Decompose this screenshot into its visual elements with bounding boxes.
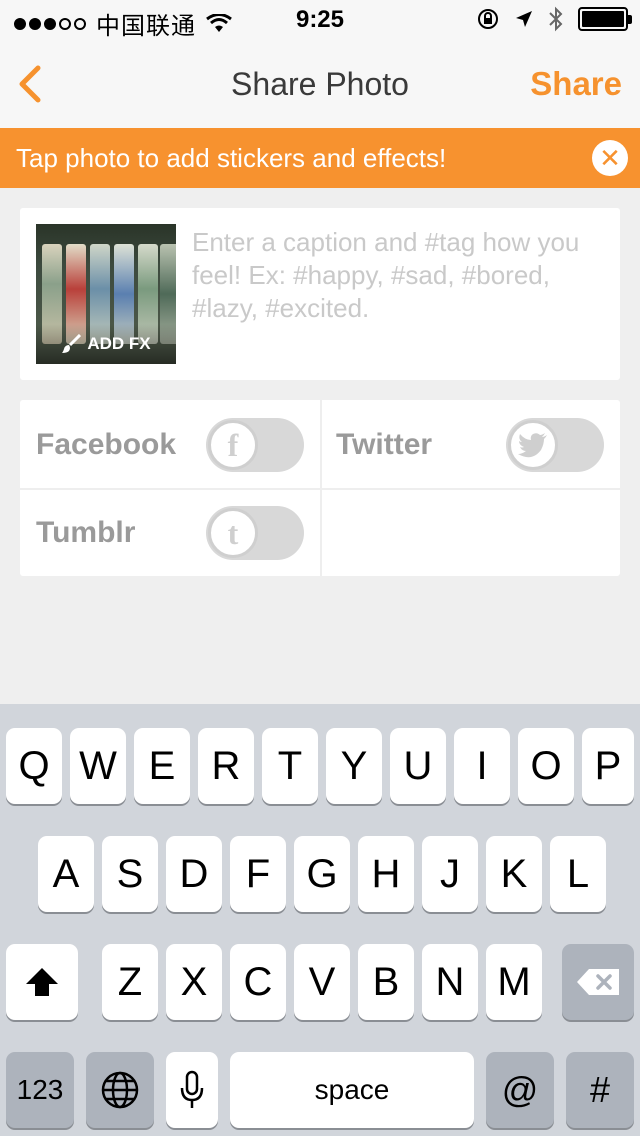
dictation-key[interactable] <box>166 1052 218 1128</box>
status-bar: 中国联通 9:25 <box>0 0 640 40</box>
tumblr-toggle[interactable]: t <box>206 506 304 560</box>
twitter-toggle[interactable] <box>506 418 604 472</box>
key-e[interactable]: E <box>134 728 190 804</box>
key-c[interactable]: C <box>230 944 286 1020</box>
microphone-icon <box>180 1070 204 1108</box>
key-l[interactable]: L <box>550 836 606 912</box>
close-banner-button[interactable]: ✕ <box>592 140 628 176</box>
caption-card: ADD FX Enter a caption and #tag how you … <box>20 208 620 380</box>
key-a[interactable]: A <box>38 836 94 912</box>
share-facebook-row: Facebook f <box>20 400 320 488</box>
share-tumblr-row: Tumblr t <box>20 488 320 576</box>
globe-key[interactable] <box>86 1052 154 1128</box>
key-g[interactable]: G <box>294 836 350 912</box>
tip-banner-text: Tap photo to add stickers and effects! <box>16 143 447 173</box>
key-h[interactable]: H <box>358 836 414 912</box>
bluetooth-icon <box>549 6 563 32</box>
backspace-icon <box>577 969 619 995</box>
keyboard: Q W E R T Y U I O P A S D F G H J K L Z … <box>0 704 640 1136</box>
key-q[interactable]: Q <box>6 728 62 804</box>
key-k[interactable]: K <box>486 836 542 912</box>
twitter-label: Twitter <box>336 428 433 461</box>
rotation-lock-icon <box>478 9 498 29</box>
facebook-label: Facebook <box>36 428 177 461</box>
close-icon: ✕ <box>599 143 621 173</box>
key-p[interactable]: P <box>582 728 634 804</box>
key-m[interactable]: M <box>486 944 542 1020</box>
key-n[interactable]: N <box>422 944 478 1020</box>
key-v[interactable]: V <box>294 944 350 1020</box>
key-s[interactable]: S <box>102 836 158 912</box>
delete-key[interactable] <box>562 944 634 1020</box>
key-j[interactable]: J <box>422 836 478 912</box>
key-u[interactable]: U <box>390 728 446 804</box>
facebook-icon: f <box>208 420 258 470</box>
caption-input[interactable]: Enter a caption and #tag how you feel! E… <box>192 226 602 325</box>
at-key[interactable]: @ <box>486 1052 554 1128</box>
status-right <box>476 6 632 32</box>
key-x[interactable]: X <box>166 944 222 1020</box>
key-z[interactable]: Z <box>102 944 158 1020</box>
numbers-key[interactable]: 123 <box>6 1052 74 1128</box>
facebook-toggle[interactable]: f <box>206 418 304 472</box>
key-t[interactable]: T <box>262 728 318 804</box>
key-r[interactable]: R <box>198 728 254 804</box>
battery-icon <box>578 7 632 31</box>
key-y[interactable]: Y <box>326 728 382 804</box>
add-fx-button[interactable]: ADD FX <box>36 324 176 364</box>
share-targets: Facebook f Twitter Tumblr t <box>20 400 620 576</box>
hash-key[interactable]: # <box>566 1052 634 1128</box>
shift-arrow-icon <box>26 968 58 996</box>
tumblr-label: Tumblr <box>36 516 136 549</box>
globe-icon <box>101 1071 139 1109</box>
share-button[interactable]: Share <box>530 65 622 103</box>
add-fx-label: ADD FX <box>87 334 151 353</box>
location-icon <box>516 11 532 27</box>
key-o[interactable]: O <box>518 728 574 804</box>
tip-banner: Tap photo to add stickers and effects! ✕ <box>0 128 640 188</box>
key-f[interactable]: F <box>230 836 286 912</box>
shift-key[interactable] <box>6 944 78 1020</box>
key-w[interactable]: W <box>70 728 126 804</box>
tumblr-icon: t <box>208 508 258 558</box>
key-b[interactable]: B <box>358 944 414 1020</box>
navigation-bar: Share Photo Share <box>0 40 640 128</box>
key-d[interactable]: D <box>166 836 222 912</box>
paintbrush-icon <box>62 334 82 353</box>
space-key[interactable]: space <box>230 1052 474 1128</box>
photo-thumbnail[interactable]: ADD FX <box>36 224 176 364</box>
key-i[interactable]: I <box>454 728 510 804</box>
twitter-bird-icon <box>508 420 558 470</box>
share-twitter-row: Twitter <box>320 400 620 488</box>
